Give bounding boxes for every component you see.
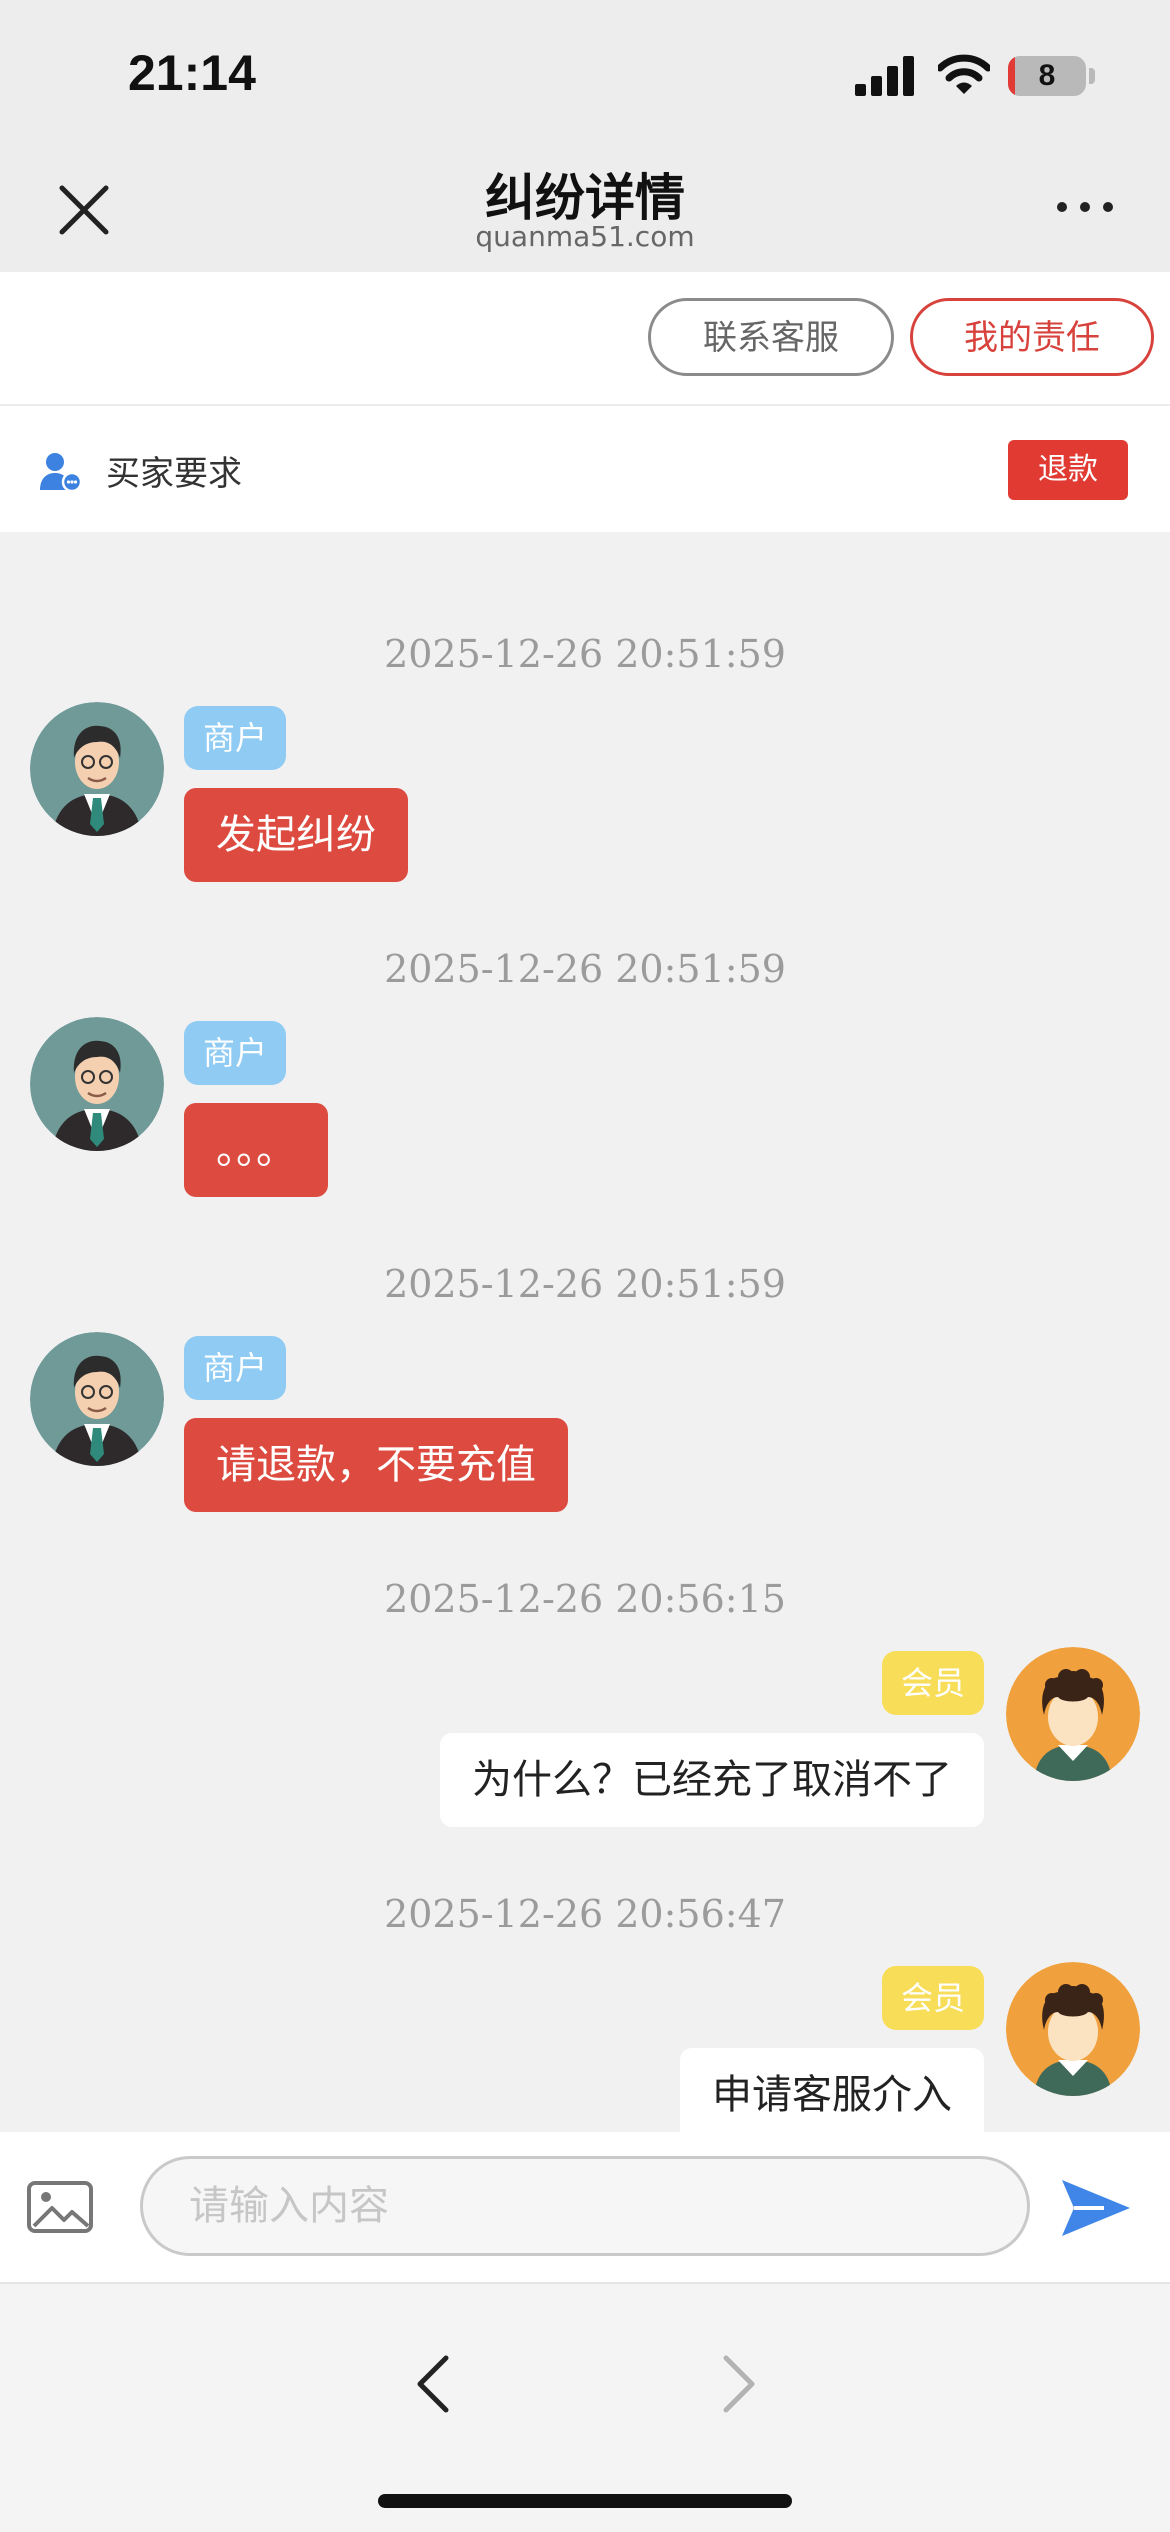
status-bar: 21:14 8 xyxy=(0,0,1170,150)
chat-area[interactable]: 2025-12-26 20:51:59 商户 发起纠纷 2025-12-26 2… xyxy=(0,532,1170,2132)
member-avatar[interactable] xyxy=(1006,1647,1140,1781)
message-timestamp: 2025-12-26 20:51:59 xyxy=(384,1262,786,1306)
message-bubble: 。。。 xyxy=(184,1103,328,1197)
forward-arrow-icon[interactable] xyxy=(716,2352,760,2416)
merchant-avatar[interactable] xyxy=(30,702,164,836)
action-bar: 联系客服 我的责任 xyxy=(0,272,1170,406)
message-timestamp: 2025-12-26 20:51:59 xyxy=(384,632,786,676)
my-responsibility-button[interactable]: 我的责任 xyxy=(910,298,1154,376)
message-bubble: 为什么？已经充了取消不了 xyxy=(440,1733,984,1827)
message-timestamp: 2025-12-26 20:51:59 xyxy=(384,947,786,991)
contact-service-button[interactable]: 联系客服 xyxy=(648,298,894,376)
merchant-avatar[interactable] xyxy=(30,1017,164,1151)
merchant-role-tag: 商户 xyxy=(184,1021,286,1085)
user-icon xyxy=(40,453,82,492)
signal-icon xyxy=(855,56,914,96)
home-indicator[interactable] xyxy=(378,2494,792,2508)
back-arrow-icon[interactable] xyxy=(412,2352,456,2416)
status-time: 21:14 xyxy=(128,45,256,101)
image-icon[interactable] xyxy=(26,2180,94,2234)
more-icon[interactable] xyxy=(1055,195,1115,219)
message-bubble: 申请客服介入 xyxy=(680,2048,984,2132)
merchant-role-tag: 商户 xyxy=(184,1336,286,1400)
send-icon[interactable] xyxy=(1060,2178,1132,2238)
message-input[interactable] xyxy=(140,2156,1030,2256)
wifi-icon xyxy=(938,54,990,94)
refund-badge: 退款 xyxy=(1008,440,1128,500)
page-subtitle: quanma51.com xyxy=(475,220,695,253)
battery-tip xyxy=(1089,68,1095,84)
buyer-request-label: 买家要求 xyxy=(106,454,242,494)
battery-icon: 8 xyxy=(1008,56,1086,96)
message-input-bar xyxy=(0,2132,1170,2282)
member-role-tag: 会员 xyxy=(882,1651,984,1715)
member-role-tag: 会员 xyxy=(882,1966,984,2030)
message-timestamp: 2025-12-26 20:56:47 xyxy=(384,1892,786,1936)
nav-bar: 纠纷详情 quanma51.com xyxy=(0,150,1170,272)
member-avatar[interactable] xyxy=(1006,1962,1140,2096)
merchant-role-tag: 商户 xyxy=(184,706,286,770)
merchant-avatar[interactable] xyxy=(30,1332,164,1466)
buyer-request-row: 买家要求 退款 xyxy=(0,406,1170,532)
message-timestamp: 2025-12-26 20:56:15 xyxy=(384,1577,786,1621)
browser-bottom-bar xyxy=(0,2282,1170,2532)
message-bubble: 发起纠纷 xyxy=(184,788,408,882)
message-bubble: 请退款，不要充值 xyxy=(184,1418,568,1512)
battery-text: 8 xyxy=(1038,59,1056,92)
